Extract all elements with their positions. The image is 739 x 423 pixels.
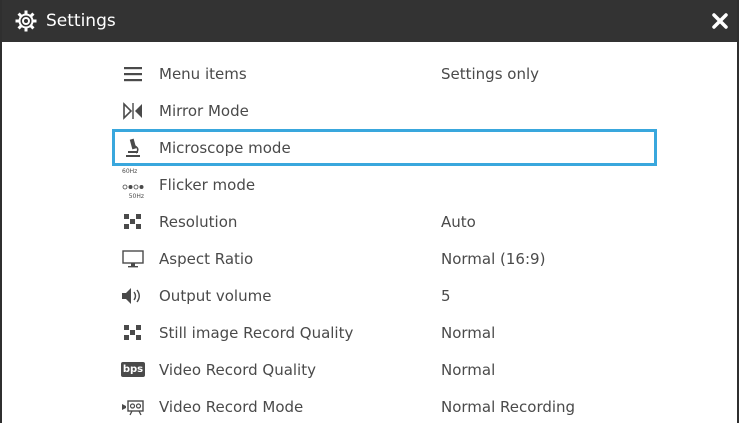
flicker-icon: 60Hz 50Hz [115,169,151,200]
title-bar: Settings [2,0,737,42]
setting-label: Video Record Mode [159,397,304,416]
setting-row-resolution[interactable]: Resolution Auto [112,203,657,240]
setting-value: 5 [441,286,451,305]
setting-value: Normal Recording [441,397,576,416]
bps-icon: bps [115,358,151,382]
monitor-icon [115,247,151,271]
image-quality-icon [115,321,151,345]
setting-value: Normal (16:9) [441,249,546,268]
close-button[interactable] [707,8,733,34]
setting-label: Resolution [159,212,238,231]
setting-row-still-image-quality[interactable]: Still image Record Quality Normal [112,314,657,351]
setting-row-aspect-ratio[interactable]: Aspect Ratio Normal (16:9) [112,240,657,277]
setting-row-microscope-mode[interactable]: Microscope mode [112,129,657,166]
setting-row-mirror-mode[interactable]: Mirror Mode [112,92,657,129]
settings-window: Settings Menu items Settings only Mirror… [0,0,739,423]
setting-label: Menu items [159,64,247,83]
flicker-50hz-label: 50Hz [128,193,144,200]
menu-icon [115,62,151,86]
setting-row-video-mode[interactable]: Video Record Mode Normal Recording [112,388,657,423]
setting-label: Video Record Quality [159,360,316,379]
setting-label: Flicker mode [159,175,256,194]
setting-label: Mirror Mode [159,101,249,120]
resolution-icon [115,210,151,234]
setting-value: Auto [441,212,476,231]
setting-label: Aspect Ratio [159,249,254,268]
close-icon[interactable] [711,12,729,30]
setting-row-output-volume[interactable]: Output volume 5 [112,277,657,314]
setting-row-menu-items[interactable]: Menu items Settings only [112,55,657,92]
setting-label: Output volume [159,286,272,305]
microscope-icon [115,136,151,160]
setting-value: Settings only [441,64,540,83]
setting-label: Still image Record Quality [159,323,354,342]
setting-value: Normal [441,323,496,342]
mirror-icon [115,99,151,123]
video-mode-icon [115,395,151,419]
speaker-icon [115,284,151,308]
bps-icon-label: bps [120,362,146,377]
setting-row-flicker-mode[interactable]: 60Hz 50Hz Flicker mode [112,166,657,203]
flicker-60hz-label: 60Hz [122,168,138,175]
setting-row-video-quality[interactable]: bps Video Record Quality Normal [112,351,657,388]
window-title: Settings [46,11,116,31]
setting-value: Normal [441,360,496,379]
settings-list: Menu items Settings only Mirror Mode Mic… [112,55,657,423]
gear-icon [14,9,38,33]
setting-label: Microscope mode [159,138,291,157]
